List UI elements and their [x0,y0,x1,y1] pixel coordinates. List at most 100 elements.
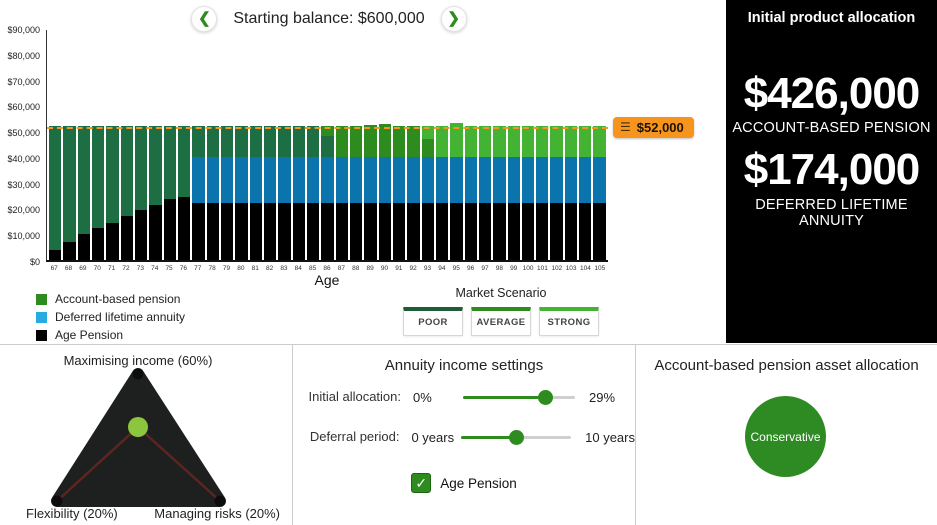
bar-segment-light [579,126,591,157]
market-scenario-group: Market Scenario POOR AVERAGE STRONG [403,286,599,336]
bar-segment-light [508,126,520,157]
bar-segment-black [379,203,391,260]
bar-segment-light [565,126,577,157]
drag-handle-icon: ☰ [620,121,631,133]
bar-age-79 [221,126,233,260]
bar-segment-black [336,203,348,260]
bar-segment-black [149,205,161,260]
y-tick-label: $40,000 [7,154,40,164]
scenario-strong-button[interactable]: STRONG [539,307,599,336]
initial-allocation-value: 29% [575,390,615,405]
y-axis: $90,000$80,000$70,000$60,000$50,000$40,0… [0,30,46,262]
asset-allocation-panel: Account-based pension asset allocation C… [636,345,937,525]
bar-segment-black [422,203,434,260]
legend-swatch-blue [36,312,47,323]
x-tick-label: 92 [407,265,419,272]
bar-series [47,30,608,260]
bar-segment-black [364,203,376,260]
bar-age-84 [293,126,305,260]
bar-segment-black [579,203,591,260]
x-tick-label: 71 [105,265,117,272]
bar-segment-dark [293,126,305,157]
bar-segment-blue [336,157,348,203]
bar-segment-light [422,126,434,139]
bar-age-104 [579,126,591,260]
bar-age-90 [379,124,391,260]
bar-segment-dark [49,126,61,250]
market-scenario-title: Market Scenario [403,286,599,300]
bar-segment-black [321,203,333,260]
bar-segment-dark [164,126,176,199]
scenario-poor-button[interactable]: POOR [403,307,463,336]
bar-segment-light [450,123,462,157]
bar-age-98 [493,126,505,260]
bar-age-93 [422,126,434,260]
x-tick-label: 98 [493,265,505,272]
bar-segment-blue [350,157,362,203]
bar-age-88 [350,126,362,260]
priority-bottom-left-label: Flexibility (20%) [26,506,118,521]
x-tick-label: 73 [134,265,146,272]
bar-segment-dark [235,126,247,157]
bar-segment-light [522,126,534,157]
bar-segment-black [207,203,219,260]
risk-profile-circle[interactable]: Conservative [745,396,826,477]
bar-segment-blue [278,157,290,203]
priority-weight-dot[interactable] [128,417,148,437]
initial-allocation-row: Initial allocation: 0% 29% [293,389,635,405]
x-tick-label: 84 [292,265,304,272]
x-tick-label: 78 [206,265,218,272]
bar-segment-black [407,203,419,260]
deferral-period-slider[interactable] [461,430,571,444]
chevron-left-icon: ❮ [198,11,211,26]
bar-age-72 [121,126,133,260]
bar-age-94 [436,126,448,260]
legend-label: Deferred lifetime annuity [55,310,185,324]
initial-product-allocation-panel: Initial product allocation $426,000 ACCO… [726,0,937,343]
y-tick-label: $60,000 [7,102,40,112]
scenario-average-button[interactable]: AVERAGE [471,307,531,336]
previous-balance-button[interactable]: ❮ [191,6,217,32]
bar-age-95 [450,123,462,260]
bar-segment-black [465,203,477,260]
allocation-panel-title: Initial product allocation [726,10,937,26]
bar-segment-blue [192,157,204,203]
retirement-income-modeller: ❮ Starting balance: $600,000 ❯ $90,000$8… [0,0,937,525]
age-pension-checkbox-label: Age Pension [440,476,517,491]
slider-handle[interactable] [509,430,524,445]
x-tick-label: 75 [163,265,175,272]
next-balance-button[interactable]: ❯ [441,6,467,32]
plot-area: ☰ $52,000 [46,30,608,262]
triangle-shape [57,374,220,501]
bar-age-80 [235,126,247,260]
bar-segment-dark [321,136,333,157]
bar-segment-blue [479,157,491,203]
bar-segment-blue [450,157,462,203]
bar-segment-black [522,203,534,260]
bar-age-81 [250,126,262,260]
bar-segment-dark [307,126,319,157]
annuity-settings-title: Annuity income settings [293,345,635,374]
x-tick-label: 83 [278,265,290,272]
x-tick-label: 102 [551,265,563,272]
bar-segment-mid [336,126,348,157]
bar-segment-blue [393,157,405,203]
initial-allocation-slider[interactable] [463,390,575,404]
bar-segment-black [164,199,176,260]
bar-age-100 [522,126,534,260]
x-tick-label: 77 [192,265,204,272]
income-target-value: $52,000 [637,120,684,135]
y-tick-label: $80,000 [7,51,40,61]
deferral-period-min: 0 years [399,430,460,445]
age-pension-checkbox-row[interactable]: ✓ Age Pension [293,473,635,493]
age-pension-checkbox[interactable]: ✓ [411,473,431,493]
abp-label: ACCOUNT-BASED PENSION [726,120,937,136]
initial-allocation-label: Initial allocation: [293,389,401,405]
slider-handle[interactable] [538,390,553,405]
bar-segment-light [536,126,548,157]
income-target-tag[interactable]: ☰ $52,000 [613,117,694,138]
bar-segment-blue [250,157,262,203]
legend-item-account-based-pension: Account-based pension [36,292,185,306]
annuity-settings-panel: Annuity income settings Initial allocati… [293,345,636,525]
bar-segment-blue [493,157,505,203]
